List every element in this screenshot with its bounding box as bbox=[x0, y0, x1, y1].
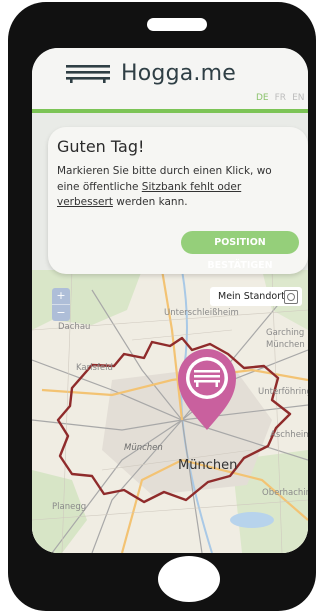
place-munich: München bbox=[178, 458, 238, 473]
place-unterfoehring: Unterföhring bbox=[258, 387, 308, 397]
app-screen: Hogga.me DE FR EN Unterschleißheim Dacha… bbox=[32, 48, 308, 553]
place-unterschleissheim: Unterschleißheim bbox=[164, 308, 239, 318]
my-location-label: Mein Standort bbox=[218, 291, 285, 302]
locate-icon bbox=[284, 290, 298, 304]
speaker-slot bbox=[147, 18, 207, 31]
map-view[interactable]: Unterschleißheim Dachau Garching München… bbox=[32, 270, 308, 553]
my-location-button[interactable]: Mein Standort bbox=[210, 287, 302, 306]
place-munich-italic: München bbox=[124, 443, 163, 453]
language-switcher: DE FR EN bbox=[256, 93, 308, 103]
place-planegg: Planegg bbox=[52, 502, 87, 512]
place-dachau: Dachau bbox=[58, 322, 91, 332]
language-de[interactable]: DE bbox=[256, 93, 269, 103]
zoom-control: + − bbox=[52, 288, 70, 321]
language-en[interactable]: EN bbox=[292, 93, 304, 103]
instruction-text-end: werden kann. bbox=[112, 196, 188, 208]
home-button[interactable] bbox=[158, 556, 220, 602]
bench-logo-icon bbox=[66, 65, 110, 83]
place-oberhaching: Oberhaching bbox=[262, 488, 308, 498]
card-title: Guten Tag! bbox=[57, 137, 145, 156]
place-aschheim: Aschheim bbox=[270, 430, 308, 440]
place-garching: Garching bbox=[266, 328, 305, 338]
confirm-position-button[interactable]: POSITION BESTÄTIGEN bbox=[181, 231, 299, 271]
header-accent-line bbox=[32, 109, 308, 113]
greeting-card: Guten Tag! Markieren Sie bitte durch ein… bbox=[48, 127, 308, 274]
place-karlsfeld: Karlsfeld bbox=[76, 363, 113, 373]
place-garching-nord: München bbox=[266, 340, 305, 350]
language-fr[interactable]: FR bbox=[275, 93, 286, 103]
phone-frame: Hogga.me DE FR EN Unterschleißheim Dacha… bbox=[8, 2, 316, 611]
app-header: Hogga.me DE FR EN bbox=[32, 48, 308, 113]
zoom-in-button[interactable]: + bbox=[52, 288, 70, 304]
app-logo-text[interactable]: Hogga.me bbox=[121, 61, 236, 86]
card-instructions: Markieren Sie bitte durch einen Klick, w… bbox=[57, 164, 297, 211]
zoom-out-button[interactable]: − bbox=[52, 304, 70, 321]
